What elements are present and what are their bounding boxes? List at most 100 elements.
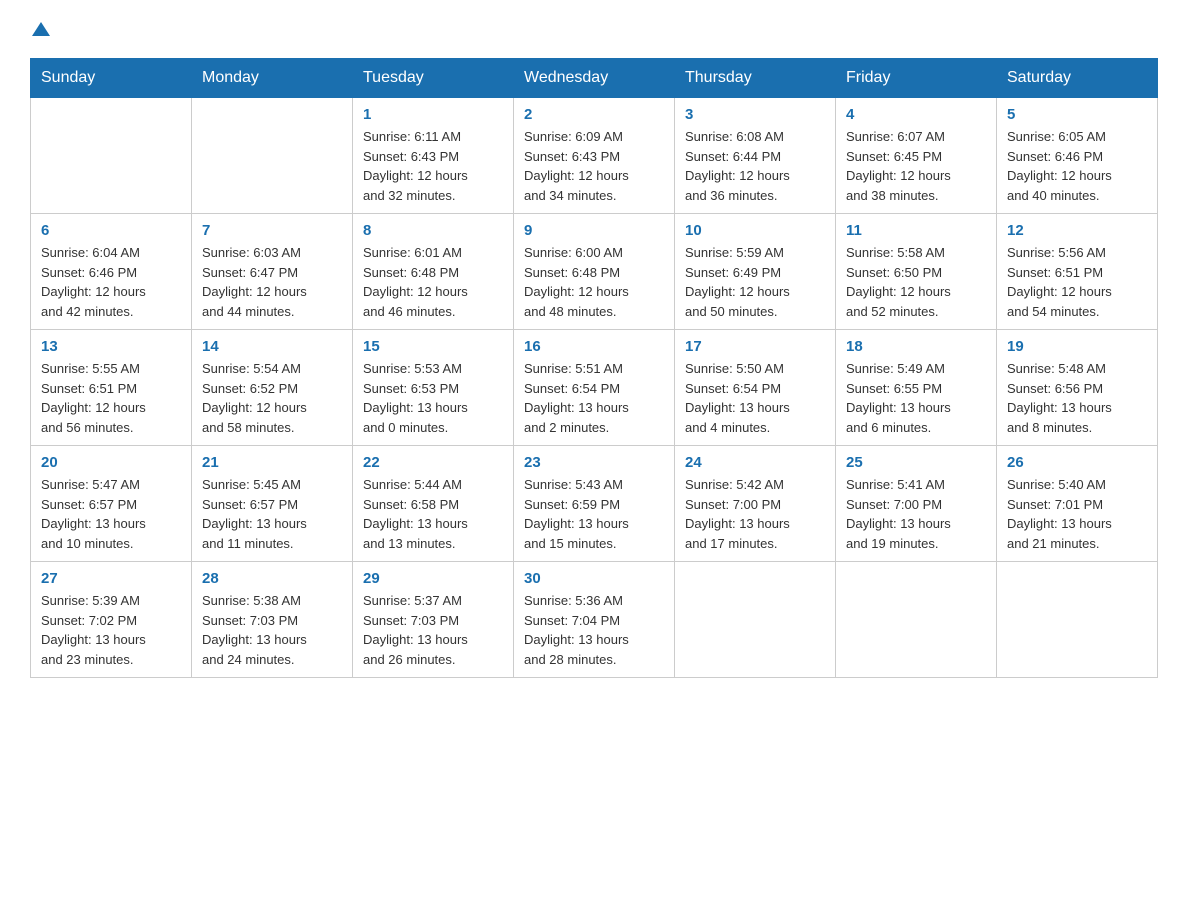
day-info: Sunrise: 6:01 AM Sunset: 6:48 PM Dayligh…	[363, 243, 503, 321]
day-number: 20	[41, 454, 181, 471]
calendar-cell: 17 Sunrise: 5:50 AM Sunset: 6:54 PM Dayli…	[675, 330, 836, 446]
week-row-1: 1 Sunrise: 6:11 AM Sunset: 6:43 PM Daylig…	[31, 98, 1158, 214]
day-number: 10	[685, 222, 825, 239]
day-info: Sunrise: 6:00 AM Sunset: 6:48 PM Dayligh…	[524, 243, 664, 321]
calendar-cell: 26 Sunrise: 5:40 AM Sunset: 7:01 PM Dayli…	[997, 446, 1158, 562]
calendar-cell: 30 Sunrise: 5:36 AM Sunset: 7:04 PM Dayli…	[514, 562, 675, 678]
day-info: Sunrise: 5:43 AM Sunset: 6:59 PM Dayligh…	[524, 475, 664, 553]
day-info: Sunrise: 5:38 AM Sunset: 7:03 PM Dayligh…	[202, 591, 342, 669]
day-number: 21	[202, 454, 342, 471]
day-info: Sunrise: 5:41 AM Sunset: 7:00 PM Dayligh…	[846, 475, 986, 553]
day-info: Sunrise: 5:54 AM Sunset: 6:52 PM Dayligh…	[202, 359, 342, 437]
day-number: 1	[363, 106, 503, 123]
calendar-cell: 19 Sunrise: 5:48 AM Sunset: 6:56 PM Dayli…	[997, 330, 1158, 446]
calendar-cell: 4 Sunrise: 6:07 AM Sunset: 6:45 PM Daylig…	[836, 98, 997, 214]
day-info: Sunrise: 6:07 AM Sunset: 6:45 PM Dayligh…	[846, 127, 986, 205]
day-info: Sunrise: 5:56 AM Sunset: 6:51 PM Dayligh…	[1007, 243, 1147, 321]
calendar-cell: 11Sunrise: 5:58 AM Sunset: 6:50 PM Dayli…	[836, 214, 997, 330]
day-info: Sunrise: 5:48 AM Sunset: 6:56 PM Dayligh…	[1007, 359, 1147, 437]
day-info: Sunrise: 5:51 AM Sunset: 6:54 PM Dayligh…	[524, 359, 664, 437]
calendar-cell: 15 Sunrise: 5:53 AM Sunset: 6:53 PM Dayli…	[353, 330, 514, 446]
header-saturday: Saturday	[997, 59, 1158, 98]
day-info: Sunrise: 5:39 AM Sunset: 7:02 PM Dayligh…	[41, 591, 181, 669]
day-info: Sunrise: 6:04 AM Sunset: 6:46 PM Dayligh…	[41, 243, 181, 321]
calendar-header: Sunday Monday Tuesday Wednesday Thursday…	[31, 59, 1158, 98]
day-number: 7	[202, 222, 342, 239]
day-number: 4	[846, 106, 986, 123]
day-number: 9	[524, 222, 664, 239]
day-number: 30	[524, 570, 664, 587]
day-info: Sunrise: 5:47 AM Sunset: 6:57 PM Dayligh…	[41, 475, 181, 553]
calendar-cell: 21 Sunrise: 5:45 AM Sunset: 6:57 PM Dayli…	[192, 446, 353, 562]
calendar-cell: 9 Sunrise: 6:00 AM Sunset: 6:48 PM Daylig…	[514, 214, 675, 330]
day-number: 2	[524, 106, 664, 123]
day-number: 5	[1007, 106, 1147, 123]
day-info: Sunrise: 5:40 AM Sunset: 7:01 PM Dayligh…	[1007, 475, 1147, 553]
calendar-cell: 6 Sunrise: 6:04 AM Sunset: 6:46 PM Daylig…	[31, 214, 192, 330]
day-number: 26	[1007, 454, 1147, 471]
day-number: 12	[1007, 222, 1147, 239]
calendar-cell: 5 Sunrise: 6:05 AM Sunset: 6:46 PM Daylig…	[997, 98, 1158, 214]
calendar-body: 1 Sunrise: 6:11 AM Sunset: 6:43 PM Daylig…	[31, 98, 1158, 678]
day-number: 15	[363, 338, 503, 355]
day-info: Sunrise: 5:50 AM Sunset: 6:54 PM Dayligh…	[685, 359, 825, 437]
calendar-cell: 13 Sunrise: 5:55 AM Sunset: 6:51 PM Dayli…	[31, 330, 192, 446]
logo-triangle-icon	[32, 20, 50, 38]
day-number: 27	[41, 570, 181, 587]
day-number: 6	[41, 222, 181, 239]
calendar-cell: 29Sunrise: 5:37 AM Sunset: 7:03 PM Dayli…	[353, 562, 514, 678]
day-number: 17	[685, 338, 825, 355]
day-number: 13	[41, 338, 181, 355]
week-row-2: 6 Sunrise: 6:04 AM Sunset: 6:46 PM Daylig…	[31, 214, 1158, 330]
calendar-cell: 16 Sunrise: 5:51 AM Sunset: 6:54 PM Dayli…	[514, 330, 675, 446]
day-number: 18	[846, 338, 986, 355]
week-row-4: 20 Sunrise: 5:47 AM Sunset: 6:57 PM Dayli…	[31, 446, 1158, 562]
calendar-cell	[31, 98, 192, 214]
day-info: Sunrise: 5:44 AM Sunset: 6:58 PM Dayligh…	[363, 475, 503, 553]
day-info: Sunrise: 5:36 AM Sunset: 7:04 PM Dayligh…	[524, 591, 664, 669]
calendar-cell: 12 Sunrise: 5:56 AM Sunset: 6:51 PM Dayli…	[997, 214, 1158, 330]
day-number: 16	[524, 338, 664, 355]
day-info: Sunrise: 6:03 AM Sunset: 6:47 PM Dayligh…	[202, 243, 342, 321]
calendar-cell: 14 Sunrise: 5:54 AM Sunset: 6:52 PM Dayli…	[192, 330, 353, 446]
header-thursday: Thursday	[675, 59, 836, 98]
calendar-cell: 27 Sunrise: 5:39 AM Sunset: 7:02 PM Dayli…	[31, 562, 192, 678]
day-info: Sunrise: 6:11 AM Sunset: 6:43 PM Dayligh…	[363, 127, 503, 205]
calendar-cell: 3Sunrise: 6:08 AM Sunset: 6:44 PM Daylig…	[675, 98, 836, 214]
calendar-table: Sunday Monday Tuesday Wednesday Thursday…	[30, 58, 1158, 678]
day-number: 23	[524, 454, 664, 471]
calendar-cell: 23 Sunrise: 5:43 AM Sunset: 6:59 PM Dayli…	[514, 446, 675, 562]
day-info: Sunrise: 5:49 AM Sunset: 6:55 PM Dayligh…	[846, 359, 986, 437]
header-sunday: Sunday	[31, 59, 192, 98]
day-info: Sunrise: 5:45 AM Sunset: 6:57 PM Dayligh…	[202, 475, 342, 553]
calendar-cell: 8 Sunrise: 6:01 AM Sunset: 6:48 PM Daylig…	[353, 214, 514, 330]
header-row: Sunday Monday Tuesday Wednesday Thursday…	[31, 59, 1158, 98]
header-wednesday: Wednesday	[514, 59, 675, 98]
week-row-5: 27 Sunrise: 5:39 AM Sunset: 7:02 PM Dayli…	[31, 562, 1158, 678]
day-info: Sunrise: 5:53 AM Sunset: 6:53 PM Dayligh…	[363, 359, 503, 437]
day-info: Sunrise: 5:55 AM Sunset: 6:51 PM Dayligh…	[41, 359, 181, 437]
day-number: 24	[685, 454, 825, 471]
day-number: 3	[685, 106, 825, 123]
calendar-cell: 10Sunrise: 5:59 AM Sunset: 6:49 PM Dayli…	[675, 214, 836, 330]
day-info: Sunrise: 5:42 AM Sunset: 7:00 PM Dayligh…	[685, 475, 825, 553]
day-number: 29	[363, 570, 503, 587]
day-number: 19	[1007, 338, 1147, 355]
logo-text	[30, 20, 50, 38]
day-info: Sunrise: 5:58 AM Sunset: 6:50 PM Dayligh…	[846, 243, 986, 321]
calendar-cell: 7 Sunrise: 6:03 AM Sunset: 6:47 PM Daylig…	[192, 214, 353, 330]
day-number: 28	[202, 570, 342, 587]
header-monday: Monday	[192, 59, 353, 98]
header-friday: Friday	[836, 59, 997, 98]
logo	[30, 20, 50, 40]
calendar-cell: 22 Sunrise: 5:44 AM Sunset: 6:58 PM Dayli…	[353, 446, 514, 562]
calendar-cell	[192, 98, 353, 214]
calendar-cell: 25Sunrise: 5:41 AM Sunset: 7:00 PM Dayli…	[836, 446, 997, 562]
day-number: 22	[363, 454, 503, 471]
day-number: 14	[202, 338, 342, 355]
page-header	[30, 20, 1158, 40]
calendar-cell	[997, 562, 1158, 678]
calendar-cell	[836, 562, 997, 678]
day-info: Sunrise: 6:05 AM Sunset: 6:46 PM Dayligh…	[1007, 127, 1147, 205]
day-number: 8	[363, 222, 503, 239]
